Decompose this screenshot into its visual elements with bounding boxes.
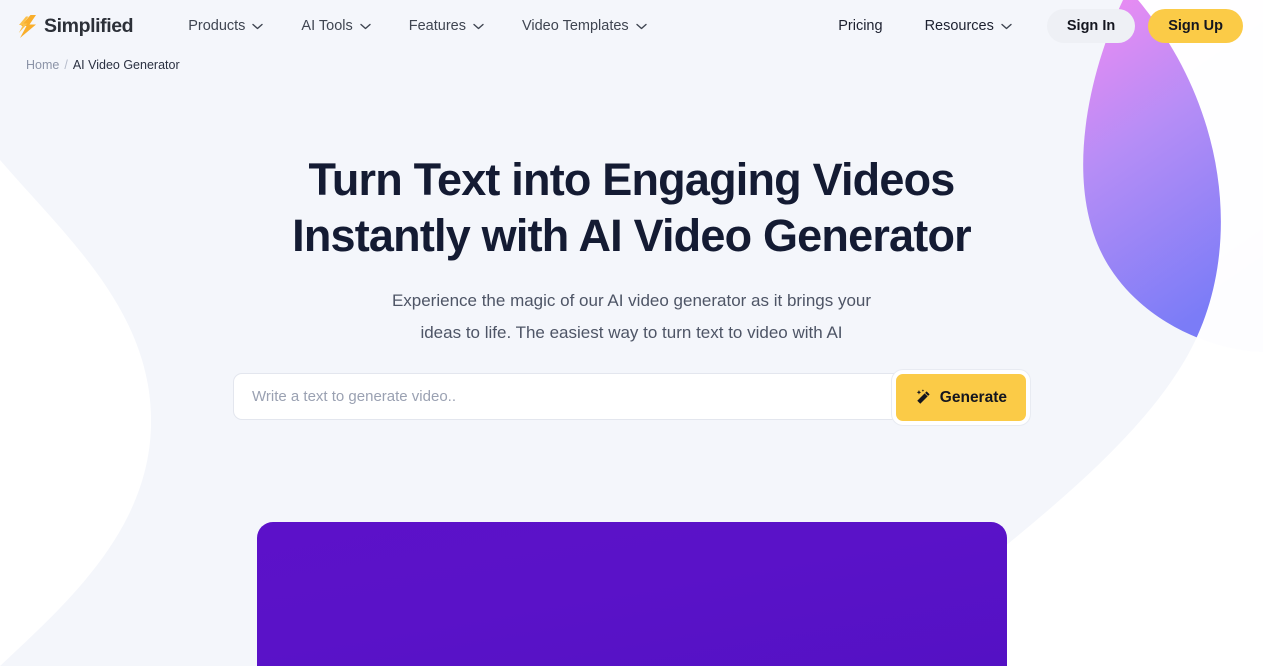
nav-item-features[interactable]: Features <box>390 10 503 42</box>
page-subtitle-line-1: Experience the magic of our AI video gen… <box>391 291 872 310</box>
simplified-bolt-logo-icon <box>18 14 36 38</box>
nav-item-label: Resources <box>924 18 994 34</box>
nav-item-label: Features <box>408 18 466 34</box>
nav-item-pricing[interactable]: Pricing <box>819 10 901 42</box>
sign-in-button[interactable]: Sign In <box>1046 9 1136 43</box>
chevron-down-icon <box>252 23 264 29</box>
nav-item-products[interactable]: Products <box>169 10 282 42</box>
chevron-down-icon <box>635 23 647 29</box>
brand-name: Simplified <box>44 14 134 37</box>
generate-button[interactable]: Generate <box>891 370 1030 425</box>
page-title-line-1: Turn Text into Engaging Videos <box>308 154 955 205</box>
nav-links: Products AI Tools Features Video Templat… <box>169 10 665 42</box>
page-title: Turn Text into Engaging Videos Instantly… <box>0 152 1263 264</box>
breadcrumb-separator: / <box>64 58 68 72</box>
hero-section: Turn Text into Engaging Videos Instantly… <box>0 152 1263 348</box>
nav-item-label: Pricing <box>838 18 883 34</box>
page-title-line-2: Instantly with AI Video Generator <box>292 210 972 261</box>
top-navbar: Simplified Products AI Tools Features Vi… <box>0 0 1263 52</box>
page-root: Simplified Products AI Tools Features Vi… <box>0 0 1263 666</box>
video-generator-bar: Generate <box>233 370 1030 425</box>
video-preview-card[interactable] <box>257 522 1007 666</box>
page-subtitle: Experience the magic of our AI video gen… <box>0 285 1263 348</box>
nav-item-ai-tools[interactable]: AI Tools <box>282 10 389 42</box>
nav-item-resources[interactable]: Resources <box>906 10 1031 42</box>
nav-item-label: Products <box>188 18 246 34</box>
breadcrumb-current: AI Video Generator <box>72 58 180 72</box>
nav-right-group: Pricing Resources Sign In Sign Up <box>819 9 1243 43</box>
breadcrumb-home-link[interactable]: Home <box>26 58 59 72</box>
brand-logo[interactable]: Simplified <box>18 14 134 38</box>
chevron-down-icon <box>360 23 371 29</box>
magic-wand-icon <box>916 389 930 404</box>
breadcrumb: Home / AI Video Generator <box>0 52 1263 72</box>
chevron-down-icon <box>473 23 484 29</box>
page-subtitle-line-2: ideas to life. The easiest way to turn t… <box>420 322 843 342</box>
nav-item-label: Video Templates <box>521 18 629 34</box>
sign-up-button[interactable]: Sign Up <box>1148 9 1243 43</box>
nav-item-video-templates[interactable]: Video Templates <box>503 10 666 42</box>
chevron-down-icon <box>1001 23 1012 29</box>
generate-button-label: Generate <box>939 388 1007 406</box>
nav-item-label: AI Tools <box>301 18 353 34</box>
